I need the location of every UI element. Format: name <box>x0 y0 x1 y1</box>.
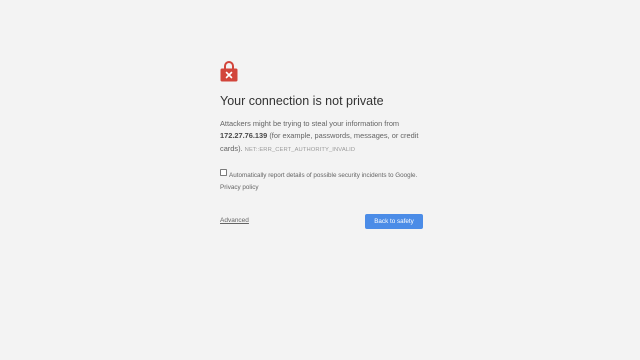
warning-message: Attackers might be trying to steal your … <box>220 118 422 156</box>
warning-text: Attackers might be trying to steal your … <box>220 119 400 128</box>
page-title: Your connection is not private <box>220 94 384 108</box>
host-address: 172.27.76.139 <box>220 131 268 141</box>
action-bar: Advanced Back to safety <box>220 213 423 229</box>
privacy-policy-link[interactable]: Privacy policy <box>220 184 259 191</box>
report-checkbox[interactable] <box>220 169 227 177</box>
error-code[interactable]: NET::ERR_CERT_AUTHORITY_INVALID <box>245 147 355 153</box>
page: Your connection is not private Attackers… <box>0 0 640 360</box>
back-to-safety-button[interactable]: Back to safety <box>365 213 423 229</box>
report-label: Automatically report details of possible… <box>229 172 418 180</box>
report-option: Automatically report details of possible… <box>220 169 422 194</box>
security-interstitial: Your connection is not private Attackers… <box>220 60 423 229</box>
advanced-link[interactable]: Advanced <box>220 217 249 224</box>
lock-error-icon <box>220 61 238 82</box>
